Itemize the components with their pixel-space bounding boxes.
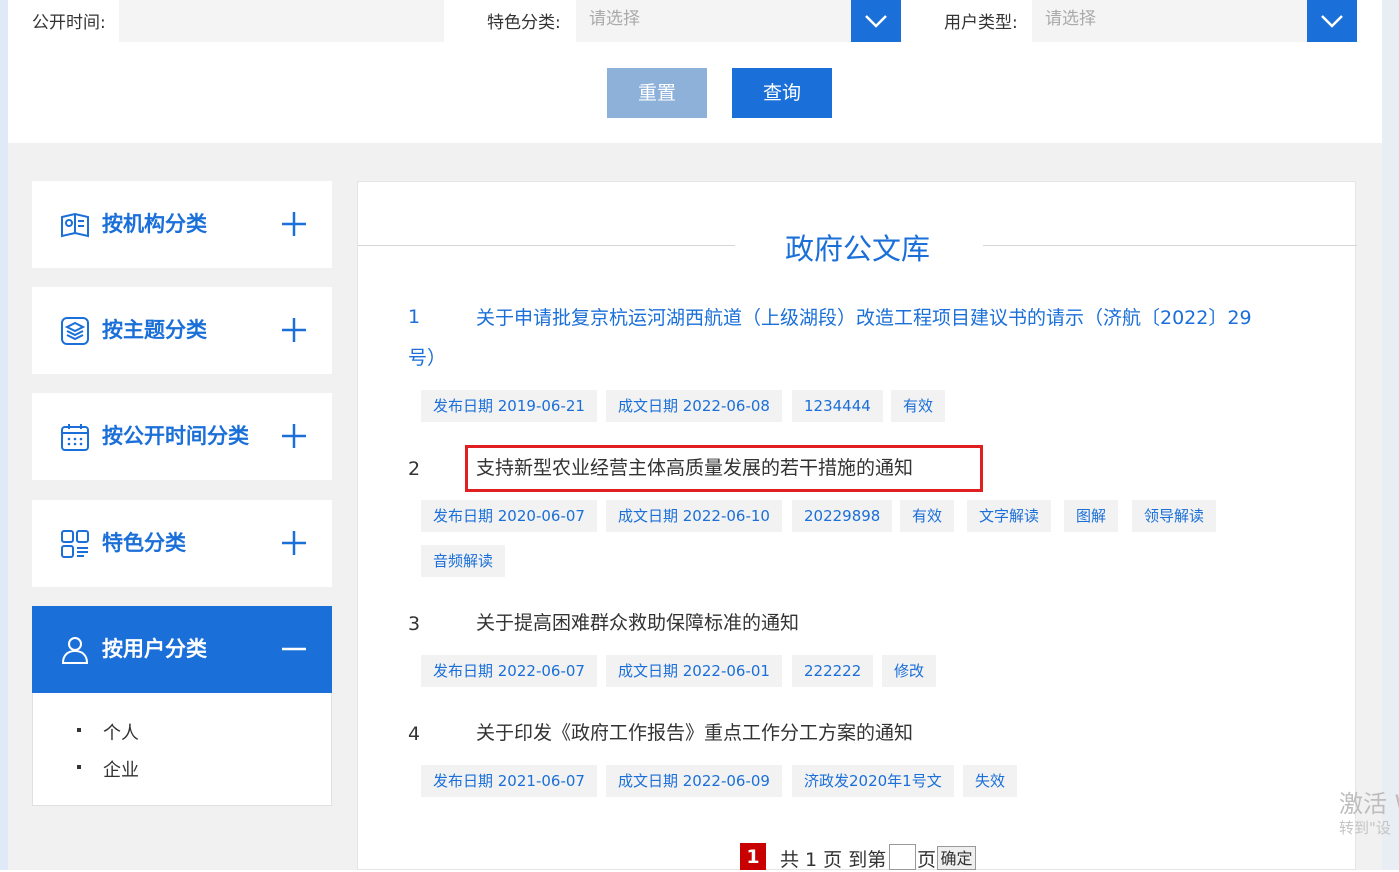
page-title: 政府公文库 <box>784 232 930 266</box>
tag-status: 修改 <box>882 655 937 687</box>
tag-publish-date: 发布日期 2022-06-07 <box>421 655 597 687</box>
user-select[interactable]: 请选择 <box>1032 0 1307 42</box>
sidebar-item-feature[interactable]: 特色分类 <box>32 500 332 587</box>
chevron-down-icon <box>865 15 887 28</box>
page-confirm-button[interactable]: 确定 <box>937 846 976 870</box>
feature-select[interactable]: 请选择 <box>576 0 851 42</box>
pager-total-text: 共 1 页 到第 <box>780 849 887 871</box>
doc-title-link-cont[interactable]: 号） <box>408 338 446 378</box>
left-edge <box>0 0 8 870</box>
plus-icon[interactable] <box>281 423 307 449</box>
sub-item-individual[interactable]: 个人 <box>77 719 139 745</box>
tag-written-date: 成文日期 2022-06-09 <box>606 765 782 797</box>
date-filter-label: 公开时间: <box>32 13 106 33</box>
right-edge <box>1382 0 1399 870</box>
bullet <box>77 765 81 769</box>
plus-icon[interactable] <box>281 530 307 556</box>
user-subcategory-list: 个人 企业 <box>32 693 332 806</box>
sidebar-item-user[interactable]: 按用户分类 <box>32 606 332 693</box>
tag-publish-date: 发布日期 2020-06-07 <box>421 500 597 532</box>
feature-filter-label: 特色分类: <box>487 13 561 33</box>
current-page[interactable]: 1 <box>740 843 766 870</box>
user-filter-label: 用户类型: <box>944 13 1018 33</box>
tag-doc-number: 1234444 <box>792 390 883 422</box>
tag-publish-date: 发布日期 2019-06-21 <box>421 390 597 422</box>
date-filter-input[interactable] <box>119 0 444 42</box>
bullet <box>77 728 81 732</box>
activation-watermark-sub: 转到"设 <box>1339 819 1391 837</box>
layers-icon <box>61 317 89 345</box>
plus-icon[interactable] <box>281 317 307 343</box>
doc-title-link[interactable]: 关于提高困难群众救助保障标准的通知 <box>476 603 799 643</box>
tag-written-date: 成文日期 2022-06-10 <box>606 500 782 532</box>
sidebar-item-label: 按主题分类 <box>102 318 207 342</box>
user-select-toggle[interactable] <box>1307 0 1357 42</box>
tag-doc-number: 222222 <box>792 655 874 687</box>
tag-text-interpretation[interactable]: 文字解读 <box>967 500 1052 532</box>
plus-icon[interactable] <box>281 211 307 237</box>
tag-leader-interpretation[interactable]: 领导解读 <box>1132 500 1217 532</box>
page-number-input[interactable] <box>889 844 916 870</box>
doc-number: 3 <box>408 613 421 635</box>
tag-written-date: 成文日期 2022-06-08 <box>606 390 782 422</box>
feature-select-placeholder: 请选择 <box>589 9 640 29</box>
doc-title-link[interactable]: 关于印发《政府工作报告》重点工作分工方案的通知 <box>476 713 913 753</box>
tag-doc-number: 20229898 <box>792 500 893 532</box>
sub-item-label: 个人 <box>103 723 139 744</box>
tag-status: 有效 <box>891 390 946 422</box>
sidebar-item-topic[interactable]: 按主题分类 <box>32 287 332 374</box>
tag-status: 有效 <box>900 500 955 532</box>
sidebar-item-institution[interactable]: 按机构分类 <box>32 181 332 268</box>
sidebar-item-label: 按用户分类 <box>102 637 207 661</box>
sidebar-item-label: 按公开时间分类 <box>102 424 249 448</box>
highlight-box <box>465 445 983 492</box>
sub-item-enterprise[interactable]: 企业 <box>77 756 139 782</box>
grid-icon <box>61 530 89 558</box>
tag-written-date: 成文日期 2022-06-01 <box>606 655 782 687</box>
tag-doc-number: 济政发2020年1号文 <box>792 765 954 797</box>
feature-select-toggle[interactable] <box>851 0 901 42</box>
doc-number: 2 <box>408 458 421 480</box>
minus-icon[interactable] <box>281 636 307 662</box>
sidebar-item-publish-time[interactable]: 按公开时间分类 <box>32 393 332 480</box>
pager-page-suffix: 页 <box>917 849 937 871</box>
user-select-placeholder: 请选择 <box>1045 9 1096 29</box>
doc-number: 1 <box>408 306 421 328</box>
tag-audio-interpretation[interactable]: 音频解读 <box>421 545 506 577</box>
sidebar-item-label: 特色分类 <box>102 531 186 555</box>
doc-title-link[interactable]: 关于申请批复京杭运河湖西航道（上级湖段）改造工程项目建议书的请示（济航〔2022… <box>476 298 1252 338</box>
tag-publish-date: 发布日期 2021-06-07 <box>421 765 597 797</box>
activation-watermark: 激活 W <box>1339 790 1399 818</box>
user-icon <box>61 637 89 664</box>
doc-number: 4 <box>408 723 421 745</box>
sub-item-label: 企业 <box>103 760 139 781</box>
reset-button[interactable]: 重置 <box>607 68 707 118</box>
chevron-down-icon <box>1321 15 1343 28</box>
tag-illustration[interactable]: 图解 <box>1064 500 1119 532</box>
institution-icon <box>61 212 89 238</box>
calendar-icon <box>61 424 89 451</box>
sidebar-item-label: 按机构分类 <box>102 212 207 236</box>
tag-status: 失效 <box>963 765 1018 797</box>
query-button[interactable]: 查询 <box>732 68 832 118</box>
